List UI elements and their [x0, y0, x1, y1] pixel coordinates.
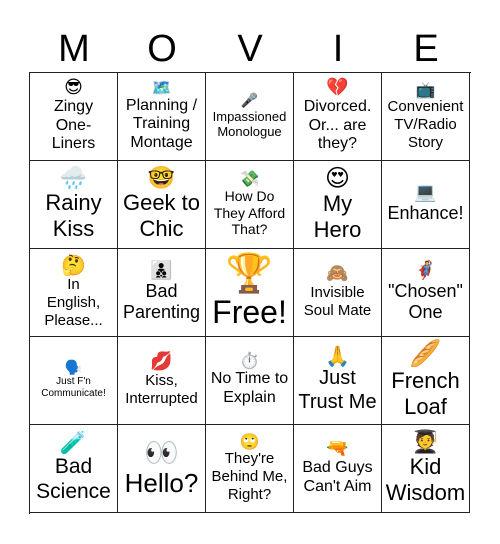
trophy-icon: 🏆 [225, 250, 274, 295]
header-letter: O [147, 28, 177, 70]
bingo-cell[interactable]: 🧪 Bad Science [30, 425, 118, 513]
cell-label: Geek to Chic [122, 190, 201, 242]
bingo-cell[interactable]: 🦸 "Chosen" One [382, 249, 470, 337]
bingo-cell[interactable]: 🏆 Free! [206, 249, 294, 337]
nerd-face-icon: 🤓 [147, 166, 176, 191]
cell-label: Rainy Kiss [45, 190, 102, 242]
bingo-cell[interactable]: ⏱️ No Time to Explain [206, 337, 294, 425]
bingo-grid: 😎 Zingy One-Liners 🗺️ Planning / Training M… [29, 72, 471, 514]
cell-label: Hello? [124, 467, 199, 498]
student-icon: 🧑‍🎓 [411, 430, 440, 455]
bingo-cell[interactable]: 💸 How Do They Afford That? [206, 161, 294, 249]
bingo-cell[interactable]: 💻 Enhance! [382, 161, 470, 249]
header-letter: M [58, 28, 90, 70]
money-with-wings-icon: 💸 [239, 169, 260, 189]
cell-label: Divorced. Or... are they? [303, 97, 372, 153]
television-icon: 📺 [415, 79, 436, 99]
bingo-cell[interactable]: 💔 Divorced. Or... are they? [294, 73, 382, 161]
cell-label: Just Trust Me [298, 367, 377, 413]
cell-label: Bad Science [36, 455, 111, 504]
speaking-head-icon: 🗣️ [64, 360, 83, 377]
see-no-evil-monkey-icon: 🙈 [326, 263, 349, 285]
face-with-rolling-eyes-icon: 🙄 [239, 431, 260, 451]
cell-label: Convenient TV/Radio Story [387, 98, 464, 151]
bingo-cell[interactable]: 🙄 They're Behind Me, Right? [206, 425, 294, 513]
bingo-cell[interactable]: 🗺️ Planning / Training Montage [118, 73, 206, 161]
bingo-cell[interactable]: 👨‍👦‍👦 Bad Parenting [118, 249, 206, 337]
bingo-cell[interactable]: 👀 Hello? [118, 425, 206, 513]
cell-label: Bad Parenting [122, 280, 201, 322]
superhero-icon: 🦸 [414, 259, 437, 281]
bingo-cell[interactable]: 🙈 Invisible Soul Mate [294, 249, 382, 337]
header-letter: E [413, 28, 439, 70]
bingo-cell[interactable]: 🔫 Bad Guys Can't Aim [294, 425, 382, 513]
baguette-icon: 🥖 [409, 338, 442, 369]
cell-label: Kid Wisdom [385, 454, 466, 506]
family-man-boys-icon: 👨‍👦‍👦 [150, 259, 173, 281]
cell-label: Impassioned Monologue [212, 108, 287, 139]
cell-label: They're Behind Me, Right? [211, 450, 288, 503]
cell-label: In English, Please... [44, 276, 103, 329]
microphone-icon: 🎤 [240, 92, 259, 109]
header-letter: I [332, 28, 344, 70]
eyes-icon: 👀 [144, 436, 179, 470]
heart-eyes-face-icon: 😍 [324, 163, 351, 192]
bingo-cell[interactable]: 🎤 Impassioned Monologue [206, 73, 294, 161]
cell-label: Zingy One-Liners [51, 97, 96, 153]
bingo-cell[interactable]: 🥖 French Loaf [382, 337, 470, 425]
bingo-cell[interactable]: 🌧️ Rainy Kiss [30, 161, 118, 249]
stopwatch-icon: ⏱️ [239, 351, 260, 371]
bingo-cell[interactable]: 🙏 Just Trust Me [294, 337, 382, 425]
cell-label: How Do They Afford That? [213, 188, 286, 238]
header-letter: V [237, 28, 263, 70]
cell-label: Just F'n Communicate! [41, 376, 106, 399]
laptop-icon: 💻 [414, 182, 437, 204]
cell-label: Invisible Soul Mate [303, 284, 372, 319]
kiss-mark-icon: 💋 [150, 351, 173, 373]
bingo-cell[interactable]: 🧑‍🎓 Kid Wisdom [382, 425, 470, 513]
bingo-cell[interactable]: 😍 My Hero [294, 161, 382, 249]
cell-label: Enhance! [387, 203, 464, 224]
folded-hands-icon: 🙏 [325, 344, 350, 369]
cell-label: My Hero [313, 191, 362, 243]
cell-label: Planning / Training Montage [125, 96, 198, 152]
bingo-cell[interactable]: 🗣️ Just F'n Communicate! [30, 337, 118, 425]
bingo-cell[interactable]: 🤓 Geek to Chic [118, 161, 206, 249]
cell-label: No Time to Explain [210, 370, 289, 406]
smiling-face-with-sunglasses-icon: 😎 [64, 76, 83, 98]
thinking-face-icon: 🤔 [61, 253, 86, 278]
cloud-with-rain-icon: 🌧️ [59, 166, 88, 191]
cell-label: French Loaf [391, 368, 460, 420]
bingo-cell[interactable]: 🤔 In English, Please... [30, 249, 118, 337]
bingo-cell[interactable]: 📺 Convenient TV/Radio Story [382, 73, 470, 161]
broken-heart-icon: 💔 [326, 76, 349, 98]
world-map-icon: 🗺️ [151, 77, 172, 97]
water-pistol-icon: 🔫 [326, 438, 349, 460]
bingo-header: M O V I E [30, 26, 470, 72]
bingo-cell[interactable]: 💋 Kiss, Interrupted [118, 337, 206, 425]
cell-label: Free! [212, 293, 287, 330]
test-tube-icon: 🧪 [59, 431, 88, 457]
bingo-cell[interactable]: 😎 Zingy One-Liners [30, 73, 118, 161]
cell-label: "Chosen" One [388, 280, 463, 322]
cell-label: Bad Guys Can't Aim [302, 459, 373, 495]
cell-label: Kiss, Interrupted [125, 372, 198, 407]
